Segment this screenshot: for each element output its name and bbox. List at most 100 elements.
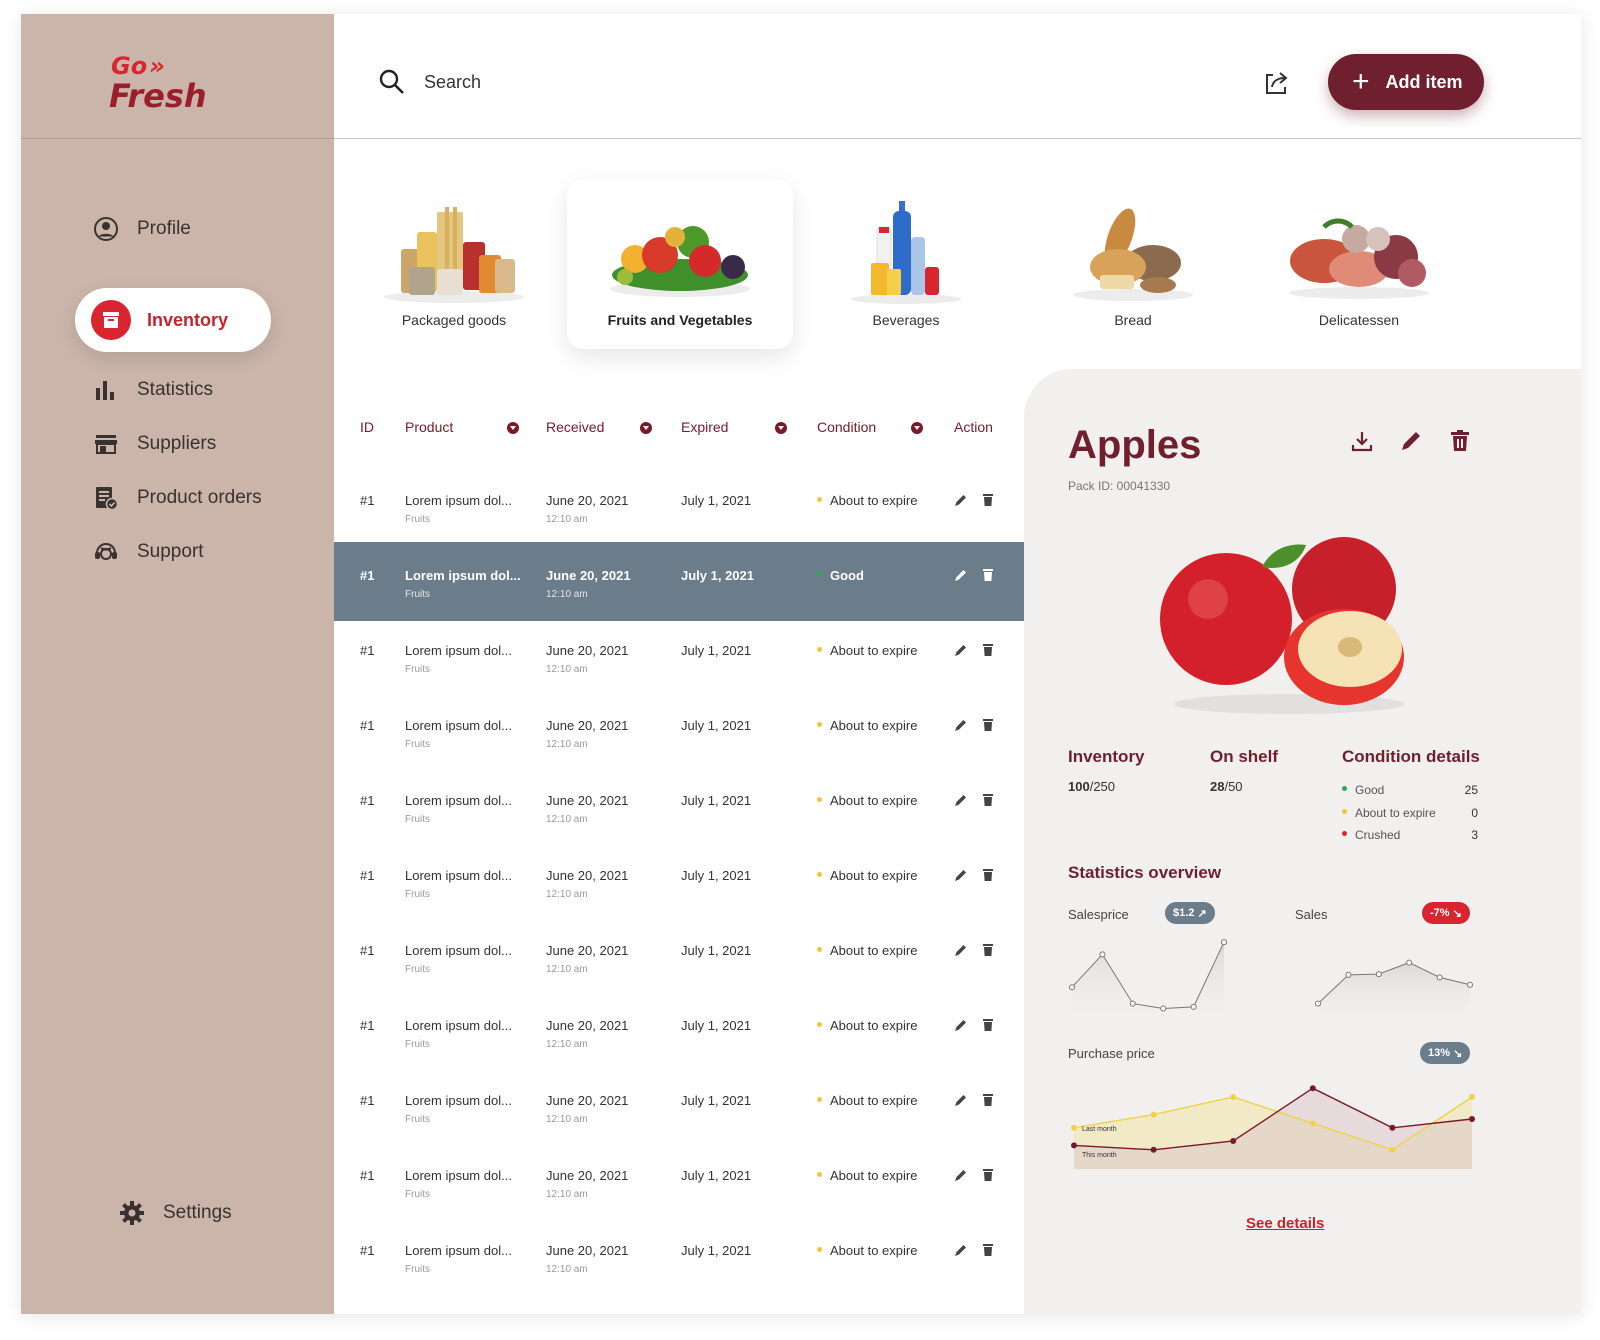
table-row[interactable]: #1 Lorem ipsum dol... Fruits June 20, 2021 1…: [334, 1217, 1031, 1296]
add-item-button[interactable]: + Add item: [1328, 54, 1484, 110]
row-id: #1: [360, 568, 375, 583]
edit-row-icon[interactable]: [954, 793, 968, 807]
edit-row-icon[interactable]: [954, 643, 968, 657]
salesprice-pill: $1.2 ↗: [1165, 902, 1215, 924]
condition-good: Good 25: [1342, 783, 1478, 797]
category-beverages[interactable]: Beverages: [793, 179, 1019, 349]
row-id: #1: [360, 718, 375, 733]
condition-crushed: Crushed 3: [1342, 828, 1478, 842]
bread-image: [1073, 208, 1193, 301]
sidebar-item-product-orders[interactable]: Product orders: [93, 478, 262, 518]
delete-row-icon[interactable]: [982, 643, 996, 657]
download-icon[interactable]: [1350, 429, 1374, 453]
edit-row-icon[interactable]: [954, 493, 968, 507]
edit-row-icon[interactable]: [954, 1093, 968, 1107]
status-dot-icon: [817, 1172, 822, 1178]
chart-point: [1345, 971, 1352, 978]
edit-row-icon[interactable]: [954, 1243, 968, 1257]
edit-row-icon[interactable]: [954, 718, 968, 732]
chart-point: [1315, 1000, 1321, 1007]
delete-row-icon[interactable]: [982, 568, 996, 582]
col-received[interactable]: Received: [546, 419, 604, 435]
category-label: Packaged goods: [401, 312, 507, 328]
chart-point: [1160, 1005, 1167, 1012]
series-point: [1230, 1094, 1237, 1100]
edit-row-icon[interactable]: [954, 1168, 968, 1182]
category-label: Bread: [1114, 312, 1152, 328]
see-details-link[interactable]: See details: [1246, 1215, 1324, 1232]
col-expired[interactable]: Expired: [681, 419, 728, 435]
row-id: #1: [360, 643, 375, 658]
search-input[interactable]: Search: [424, 72, 481, 93]
chart-point: [1436, 974, 1443, 981]
plus-icon: +: [1352, 65, 1370, 98]
sidebar: Go» Fresh Profile Inventory Statistics S…: [21, 14, 334, 1314]
category-packaged-goods[interactable]: Packaged goods: [341, 179, 567, 349]
packaged-goods-image: [384, 207, 524, 303]
delete-row-icon[interactable]: [982, 1093, 996, 1107]
table-row[interactable]: #1 Lorem ipsum dol... Fruits June 20, 2021 1…: [334, 1067, 1031, 1146]
sidebar-item-statistics[interactable]: Statistics: [93, 370, 213, 410]
table-row[interactable]: #1 Lorem ipsum dol... Fruits June 20, 2021 1…: [334, 767, 1031, 846]
table-row[interactable]: #1 Lorem ipsum dol... Fruits June 20, 2021 1…: [334, 467, 1031, 546]
add-item-label: Add item: [1385, 71, 1463, 92]
sort-product-icon[interactable]: [507, 422, 519, 434]
row-condition: Good: [817, 568, 864, 583]
series-point: [1071, 1124, 1077, 1131]
table-row[interactable]: #1 Lorem ipsum dol... Fruits June 20, 2021 1…: [334, 542, 1031, 621]
category-delicatessen[interactable]: Delicatessen: [1246, 179, 1472, 349]
gear-icon: [119, 1200, 145, 1226]
edit-row-icon[interactable]: [954, 568, 968, 582]
table-row[interactable]: #1 Lorem ipsum dol... Fruits June 20, 2021 1…: [334, 617, 1031, 696]
col-product[interactable]: Product: [405, 419, 453, 435]
edit-icon[interactable]: [1399, 429, 1423, 453]
delete-row-icon[interactable]: [982, 493, 996, 507]
share-icon[interactable]: [1262, 68, 1292, 98]
sort-expired-icon[interactable]: [775, 422, 787, 434]
table-row[interactable]: #1 Lorem ipsum dol... Fruits June 20, 2021 1…: [334, 1142, 1031, 1221]
row-expired: July 1, 2021: [681, 943, 752, 958]
settings-label: Settings: [163, 1202, 232, 1223]
chart-point: [1375, 971, 1382, 978]
delete-row-icon[interactable]: [982, 868, 996, 882]
sidebar-item-inventory[interactable]: Inventory: [75, 288, 271, 352]
row-received: June 20, 2021 12:10 am: [546, 793, 629, 825]
table-row[interactable]: #1 Lorem ipsum dol... Fruits June 20, 2021 1…: [334, 842, 1031, 921]
category-label: Fruits and Vegetables: [607, 312, 753, 328]
table-row[interactable]: #1 Lorem ipsum dol... Fruits June 20, 2021 1…: [334, 692, 1031, 771]
delete-row-icon[interactable]: [982, 793, 996, 807]
legend-this-month: This month: [1082, 1152, 1117, 1159]
sidebar-item-support[interactable]: Support: [93, 532, 204, 572]
delete-row-icon[interactable]: [982, 1243, 996, 1257]
sidebar-item-profile[interactable]: Profile: [93, 209, 191, 249]
chart-point: [1190, 1003, 1197, 1010]
delete-row-icon[interactable]: [982, 1018, 996, 1032]
row-id: #1: [360, 1168, 375, 1183]
category-fruits-and-vegetables[interactable]: Fruits and Vegetables: [567, 179, 793, 349]
delete-row-icon[interactable]: [982, 1168, 996, 1182]
sales-pill: -7% ↘: [1422, 902, 1470, 924]
sidebar-item-settings[interactable]: Settings: [119, 1200, 232, 1226]
sort-received-icon[interactable]: [640, 422, 652, 434]
top-bar: Search + Add item: [334, 14, 1581, 139]
sidebar-item-suppliers[interactable]: Suppliers: [93, 424, 216, 464]
search-bar[interactable]: Search: [378, 68, 481, 96]
trash-icon[interactable]: [1448, 429, 1472, 453]
edit-row-icon[interactable]: [954, 1018, 968, 1032]
delete-row-icon[interactable]: [982, 943, 996, 957]
row-id: #1: [360, 793, 375, 808]
sort-condition-icon[interactable]: [911, 422, 923, 434]
row-product: Lorem ipsum dol... Fruits: [405, 1093, 512, 1125]
store-icon: [93, 431, 119, 457]
logo[interactable]: Go» Fresh: [21, 14, 334, 139]
row-received: June 20, 2021 12:10 am: [546, 1243, 629, 1275]
col-condition[interactable]: Condition: [817, 419, 876, 435]
delete-row-icon[interactable]: [982, 718, 996, 732]
edit-row-icon[interactable]: [954, 868, 968, 882]
chart-point: [1069, 984, 1075, 991]
table-row[interactable]: #1 Lorem ipsum dol... Fruits June 20, 2021 1…: [334, 992, 1031, 1071]
row-received: June 20, 2021 12:10 am: [546, 718, 629, 750]
category-bread[interactable]: Bread: [1020, 179, 1246, 349]
table-row[interactable]: #1 Lorem ipsum dol... Fruits June 20, 2021 1…: [334, 917, 1031, 996]
edit-row-icon[interactable]: [954, 943, 968, 957]
